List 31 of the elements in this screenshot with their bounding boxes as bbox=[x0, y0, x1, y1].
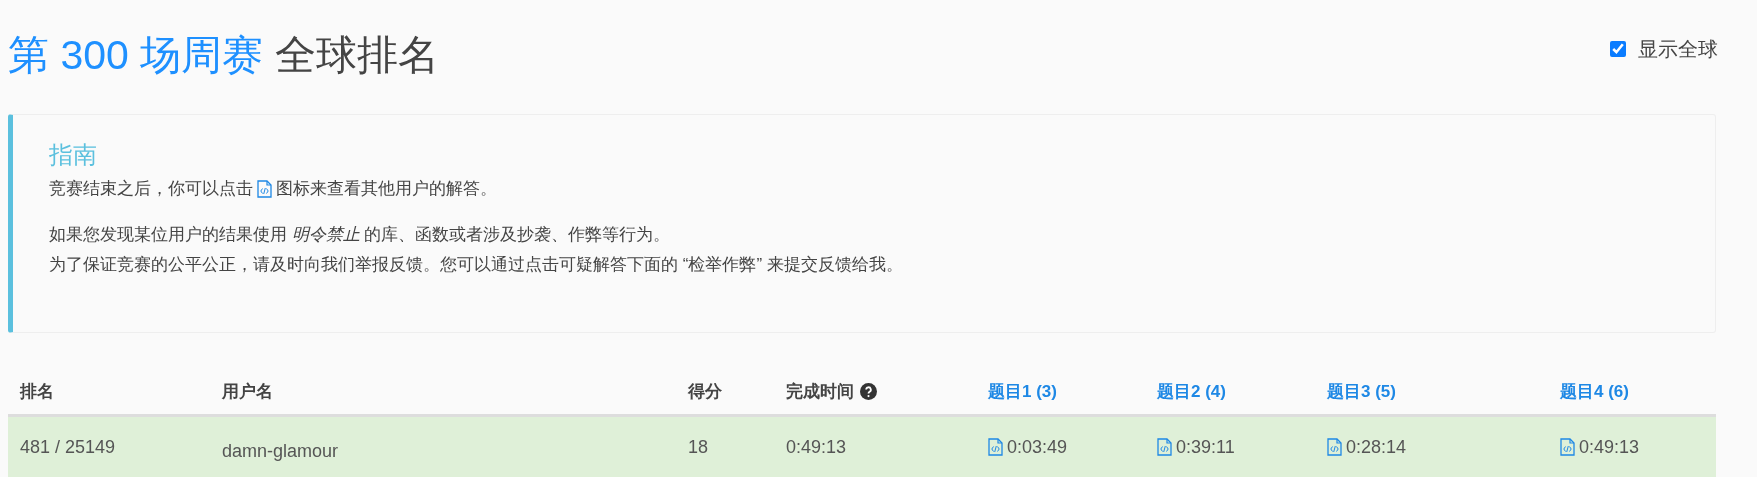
show-global-label: 显示全球 bbox=[1638, 37, 1718, 62]
solve-time-cell-text: 0:39:11 bbox=[1176, 435, 1235, 459]
code-file-icon[interactable] bbox=[1327, 438, 1342, 456]
guide-text: 竞赛结束之后，你可以点击 bbox=[49, 178, 253, 200]
column-header: 完成时间 bbox=[786, 380, 854, 403]
guide-text: 如果您发现某位用户的结果使用 明令禁止 的库、函数或者涉及抄袭、作弊等行为。 bbox=[49, 223, 672, 246]
column-header[interactable]: 题目3 (5) bbox=[1327, 378, 1396, 405]
code-file-icon[interactable] bbox=[1157, 438, 1172, 456]
solve-time-cell-text: 0:28:14 bbox=[1346, 435, 1407, 459]
column-header: 排名 bbox=[20, 380, 54, 403]
solve-time-cell-text: 0:49:13 bbox=[1579, 435, 1640, 459]
column-header[interactable]: 题目2 (4) bbox=[1157, 378, 1226, 405]
ranking-title: 全球排名 bbox=[275, 34, 440, 76]
rank-cell: 481 / 25149 bbox=[20, 436, 116, 457]
code-file-icon[interactable] bbox=[988, 438, 1003, 456]
column-header[interactable]: 题目4 (6) bbox=[1560, 378, 1629, 405]
guide-text: 图标来查看其他用户的解答。 bbox=[276, 178, 497, 200]
column-header: 用户名 bbox=[222, 380, 273, 403]
column-header: 得分 bbox=[688, 380, 722, 403]
guide-heading: 指南 bbox=[49, 140, 98, 170]
finish-time-cell: 0:49:13 bbox=[786, 436, 847, 457]
help-icon[interactable] bbox=[860, 383, 877, 400]
guide-text: 为了保证竞赛的公平公正，请及时向我们举报反馈。您可以通过点击可疑解答下面的 “检举作弊” 来提交反馈给我。 bbox=[49, 254, 904, 276]
show-global-checkbox[interactable] bbox=[1610, 41, 1626, 57]
username-link[interactable]: damn-glamour bbox=[222, 440, 339, 461]
code-file-icon[interactable] bbox=[257, 179, 272, 198]
column-header[interactable]: 题目1 (3) bbox=[988, 378, 1057, 405]
solve-time-cell-text: 0:03:49 bbox=[1007, 435, 1068, 459]
contest-title: 第 300 场周赛 bbox=[8, 34, 264, 76]
code-file-icon[interactable] bbox=[1560, 438, 1575, 456]
score-cell: 18 bbox=[688, 436, 709, 457]
